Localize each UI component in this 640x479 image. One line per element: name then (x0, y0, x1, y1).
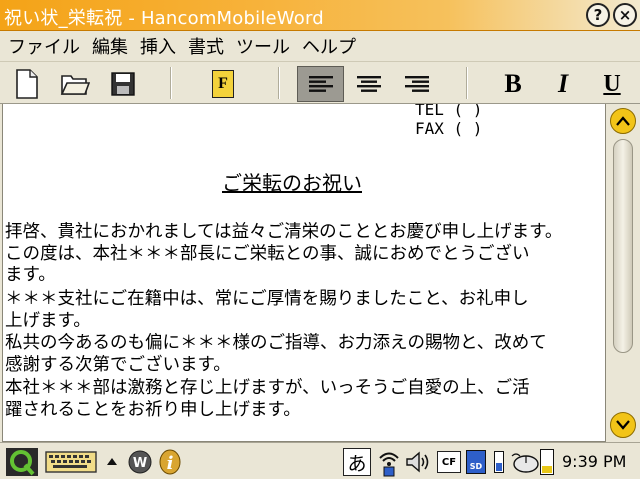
italic-label: I (557, 69, 569, 98)
svg-text:i: i (167, 453, 174, 474)
title-bar: 祝い状_栄転祝 - HancomMobileWord ? × (0, 0, 640, 31)
toolbar: F B I U (0, 61, 640, 104)
help-label: ? (593, 6, 603, 24)
toolbar-separator (278, 67, 280, 99)
svg-text:W: W (133, 456, 147, 471)
new-document-icon (16, 69, 38, 99)
align-right-icon (405, 76, 429, 92)
close-button[interactable]: × (613, 3, 637, 27)
document-area[interactable]: TEL ( ) FAX ( ) ご栄転のお祝い 拝啓、貴社におかれましては益々ご… (2, 104, 606, 442)
help-button[interactable]: ? (586, 3, 610, 27)
sd-label: SD (469, 462, 483, 471)
scroll-up-button[interactable] (610, 108, 636, 134)
mouse-icon (511, 453, 539, 473)
mouse-indicator[interactable] (509, 449, 541, 475)
bold-label: B (504, 69, 522, 98)
scroll-down-button[interactable] (610, 412, 636, 438)
menu-help[interactable]: ヘルプ (302, 33, 356, 59)
doc-line: 躍されることをお祈り申し上げます。 (5, 400, 301, 420)
triangle-up-icon (107, 457, 117, 465)
underline-label: U (603, 70, 621, 97)
font-icon: F (212, 70, 234, 98)
doc-line: 私共の今あるのも偏に＊＊＊様のご指導、お力添えの賜物と、改めて (5, 333, 547, 353)
input-method-button[interactable]: あ (343, 448, 371, 476)
battery-level-icon (540, 449, 554, 475)
clock[interactable]: 9:39 PM (562, 452, 626, 471)
cf-label: CF (441, 456, 457, 468)
font-label: F (218, 75, 228, 92)
align-center-button[interactable] (348, 66, 390, 102)
speaker-icon (406, 451, 429, 473)
scroll-track[interactable] (613, 136, 633, 412)
sd-card-indicator[interactable]: SD (465, 449, 487, 475)
wifi-icon (379, 452, 399, 477)
info-icon: i (159, 449, 181, 475)
word-app-button[interactable]: W (127, 449, 153, 475)
sd-card-icon: SD (466, 450, 486, 474)
menu-insert[interactable]: 挿入 (140, 33, 176, 59)
toolbar-separator (466, 67, 468, 99)
doc-line-fax: FAX ( ) (415, 119, 483, 138)
vertical-scrollbar[interactable] (606, 104, 640, 442)
wireless-indicator[interactable] (375, 447, 403, 477)
save-button[interactable] (102, 66, 144, 102)
doc-heading: ご栄転のお祝い (222, 171, 362, 195)
doc-line: ＊＊＊支社にご在籍中は、常にご厚情を賜りましたこと、お礼申し (5, 289, 529, 309)
menu-edit[interactable]: 編集 (92, 33, 128, 59)
doc-line: ます。 (5, 265, 56, 285)
menu-file[interactable]: ファイル (8, 33, 80, 59)
doc-line: 拝啓、貴社におかれましては益々ご清栄のこととお慶び申し上げます。 (5, 222, 563, 242)
keyboard-icon (45, 451, 97, 473)
align-left-icon (308, 76, 333, 92)
cf-card-indicator[interactable]: CF (437, 451, 461, 473)
align-right-button[interactable] (396, 66, 438, 102)
battery-indicator[interactable] (492, 449, 506, 475)
underline-button[interactable]: U (592, 66, 632, 102)
font-button[interactable]: F (202, 66, 244, 102)
menu-format[interactable]: 書式 (188, 33, 224, 59)
doc-line: 上げます。 (5, 311, 91, 331)
qtopia-logo-icon (6, 448, 38, 476)
italic-button[interactable]: I (542, 66, 584, 102)
power-indicator[interactable] (538, 448, 556, 476)
new-document-button[interactable] (6, 66, 48, 102)
battery-small-icon (494, 451, 504, 473)
ime-label: あ (347, 452, 367, 475)
doc-line-tel: TEL ( ) (415, 104, 483, 119)
open-folder-icon (60, 75, 90, 95)
start-button[interactable] (4, 447, 40, 477)
keyboard-button[interactable] (45, 450, 97, 474)
bold-button[interactable]: B (492, 66, 534, 102)
save-disk-icon (111, 72, 135, 96)
chevron-down-icon (616, 420, 630, 430)
align-left-button[interactable] (297, 66, 344, 102)
taskbar-menu-arrow[interactable] (105, 455, 119, 467)
scroll-thumb[interactable] (613, 139, 633, 353)
doc-line: 本社＊＊＊部は激務と存じ上げますが、いっそうご自愛の上、ご活 (5, 378, 530, 398)
taskbar: W i あ CF SD 9:39 PM (0, 442, 640, 479)
align-center-icon (357, 76, 381, 92)
window-title: 祝い状_栄転祝 - HancomMobileWord (4, 8, 324, 29)
toolbar-separator (170, 67, 172, 99)
doc-line: 感謝する次第でございます。 (5, 355, 231, 375)
chevron-up-icon (616, 116, 630, 126)
word-app-icon: W (128, 450, 152, 474)
close-label: × (618, 6, 632, 24)
info-button[interactable]: i (157, 447, 183, 477)
open-button[interactable] (54, 66, 96, 102)
volume-button[interactable] (405, 449, 433, 475)
menu-tools[interactable]: ツール (236, 33, 290, 59)
doc-line: この度は、本社＊＊＊部長にご栄転との事、誠におめでとうござい (5, 244, 530, 264)
menu-bar: ファイル 編集 挿入 書式 ツール ヘルプ (0, 31, 640, 61)
